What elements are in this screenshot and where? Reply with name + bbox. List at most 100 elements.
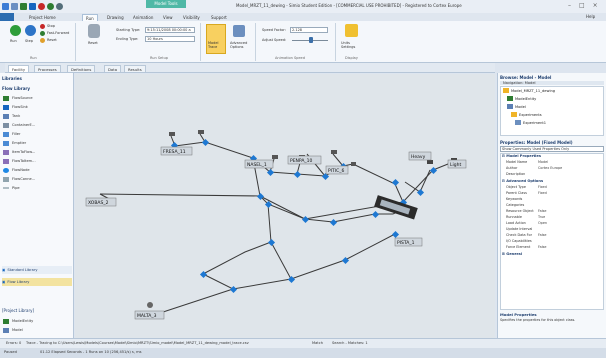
project-item-model[interactable]: Model xyxy=(3,327,23,333)
stop-button[interactable]: Stop xyxy=(47,24,55,28)
library-item-flownode[interactable]: FlowNode xyxy=(3,167,30,173)
node[interactable] xyxy=(391,230,400,239)
link[interactable] xyxy=(259,195,306,220)
tab-errors[interactable]: Errors: 0 xyxy=(4,340,23,347)
label-light[interactable]: Light xyxy=(450,162,461,168)
penpa-machine-icon[interactable] xyxy=(331,150,337,154)
link[interactable] xyxy=(402,169,434,203)
tab-support[interactable]: Support xyxy=(208,14,230,21)
property-value[interactable] xyxy=(536,197,604,202)
malta-machine-icon[interactable] xyxy=(147,302,153,308)
tab-processes[interactable]: Processes xyxy=(34,65,61,72)
property-row[interactable]: Author Cortex Europe xyxy=(500,166,604,171)
label-heavy[interactable]: Heavy xyxy=(411,154,426,160)
step-quick-icon[interactable] xyxy=(47,3,54,10)
standard-library-section[interactable]: ▣ Standard Library xyxy=(2,266,72,274)
property-value[interactable] xyxy=(536,203,604,208)
save-icon[interactable] xyxy=(29,3,36,10)
stop-icon[interactable] xyxy=(40,24,45,29)
help-menu[interactable]: Help xyxy=(586,14,595,19)
property-value[interactable]: False xyxy=(536,209,604,214)
property-row[interactable]: Model Name Model xyxy=(500,160,604,165)
node[interactable] xyxy=(371,210,380,219)
tab-search[interactable]: Search - Matches: 1 xyxy=(330,340,370,347)
library-item-flowconnector[interactable]: FlowConne... xyxy=(3,176,35,182)
adjust-speed-slider-thumb[interactable] xyxy=(309,37,313,43)
pista-machine-icon[interactable] xyxy=(374,195,418,220)
node[interactable] xyxy=(391,178,400,187)
property-value[interactable]: Fixed xyxy=(536,185,604,190)
link[interactable] xyxy=(202,273,292,290)
link[interactable] xyxy=(404,169,431,193)
property-row[interactable]: Description xyxy=(500,172,604,177)
library-item-pipe[interactable]: Pipe xyxy=(3,185,20,191)
library-item-flowsink[interactable]: FlowSink xyxy=(3,104,28,110)
property-row[interactable]: Object Type Fixed xyxy=(500,185,604,190)
node[interactable] xyxy=(287,275,296,284)
reset-icon[interactable] xyxy=(88,24,100,38)
link[interactable] xyxy=(156,288,234,315)
fresa-machine-icon[interactable] xyxy=(169,132,175,136)
open-icon[interactable] xyxy=(20,3,27,10)
maximize-icon[interactable]: □ xyxy=(579,2,585,9)
advanced-options-button[interactable]: Advanced Options xyxy=(230,41,250,49)
nav-tree-item-experiments[interactable]: Experiments xyxy=(511,112,542,117)
tab-results[interactable]: Results xyxy=(124,65,146,72)
property-row[interactable]: Force Element False xyxy=(500,245,604,250)
new-icon[interactable] xyxy=(11,3,18,10)
tab-trace[interactable]: Trace - Tracing to C:\Users\Lewis\Models… xyxy=(24,340,304,347)
file-menu-button[interactable] xyxy=(0,13,14,21)
property-row[interactable]: Keywords xyxy=(500,197,604,202)
facility-canvas[interactable]: FRESA_11 NASEL_1 PENPA_10 PITIC_6 Heavy … xyxy=(75,74,495,338)
run-button[interactable] xyxy=(10,25,21,36)
property-row[interactable]: Runnable True xyxy=(500,215,604,220)
property-value[interactable] xyxy=(536,239,604,244)
tab-run[interactable]: Run xyxy=(82,14,98,21)
speed-factor-input[interactable]: 2.128 xyxy=(290,27,328,33)
link[interactable] xyxy=(332,153,344,167)
label-malta[interactable]: MALTA_3 xyxy=(137,313,157,319)
property-value[interactable]: False xyxy=(536,233,604,238)
category-advanced-options[interactable]: ⊟ Advanced Options xyxy=(500,179,604,184)
property-value[interactable] xyxy=(536,227,604,232)
label-penpa[interactable]: PENPA_10 xyxy=(290,158,313,164)
properties-filter[interactable]: Show Commonly Used Properties Only xyxy=(500,146,604,152)
node[interactable] xyxy=(429,166,438,175)
flow-library-section[interactable]: ▣ Flow Library xyxy=(2,278,72,286)
label-nasel[interactable]: NASEL_1 xyxy=(247,162,267,168)
tab-match[interactable]: Match xyxy=(310,340,325,347)
run-quick-icon[interactable] xyxy=(38,3,45,10)
tab-drawing[interactable]: Drawing xyxy=(104,14,127,21)
minimize-icon[interactable]: – xyxy=(568,2,571,9)
reset-small-icon[interactable] xyxy=(40,38,45,43)
category-model-properties[interactable]: ⊟ Model Properties xyxy=(500,154,604,159)
link[interactable] xyxy=(202,203,272,275)
node[interactable] xyxy=(201,138,210,147)
nav-tree-item-project[interactable]: Model_MRZT_11_dewing xyxy=(503,88,555,93)
property-row[interactable]: Parent Class Fixed xyxy=(500,191,604,196)
reset-small-button[interactable]: Reset xyxy=(47,38,57,42)
library-item-filler[interactable]: Filler xyxy=(3,131,21,137)
library-item-flowsource[interactable]: FlowSource xyxy=(3,95,33,101)
pitic-machine-icon[interactable] xyxy=(351,162,356,166)
fast-forward-icon[interactable] xyxy=(40,31,45,36)
nav-tree-item-model[interactable]: Model xyxy=(507,104,526,109)
tab-definitions[interactable]: Definitions xyxy=(67,65,96,72)
link[interactable] xyxy=(99,193,261,197)
library-item-container-entity[interactable]: ContainerE... xyxy=(3,122,35,128)
node[interactable] xyxy=(267,238,276,247)
label-pitic[interactable]: PITIC_6 xyxy=(328,168,345,174)
property-value[interactable]: Fixed xyxy=(536,191,604,196)
library-item-flowtoitem[interactable]: FlowToItem... xyxy=(3,158,36,164)
step-button[interactable] xyxy=(25,25,36,36)
property-row[interactable]: Resource Object False xyxy=(500,209,604,214)
model-trace-button[interactable] xyxy=(206,24,226,54)
label-pista[interactable]: PISTA_1 xyxy=(397,240,415,246)
property-value[interactable]: True xyxy=(536,215,604,220)
property-row[interactable]: I/O Capabilities xyxy=(500,239,604,244)
property-value[interactable]: Model xyxy=(536,160,604,165)
undo-icon[interactable] xyxy=(56,3,63,10)
property-row[interactable]: Load Action Open xyxy=(500,221,604,226)
category-general[interactable]: ⊞ General xyxy=(500,252,604,257)
nav-tree-item-modelentity[interactable]: ModelEntity xyxy=(507,96,536,101)
